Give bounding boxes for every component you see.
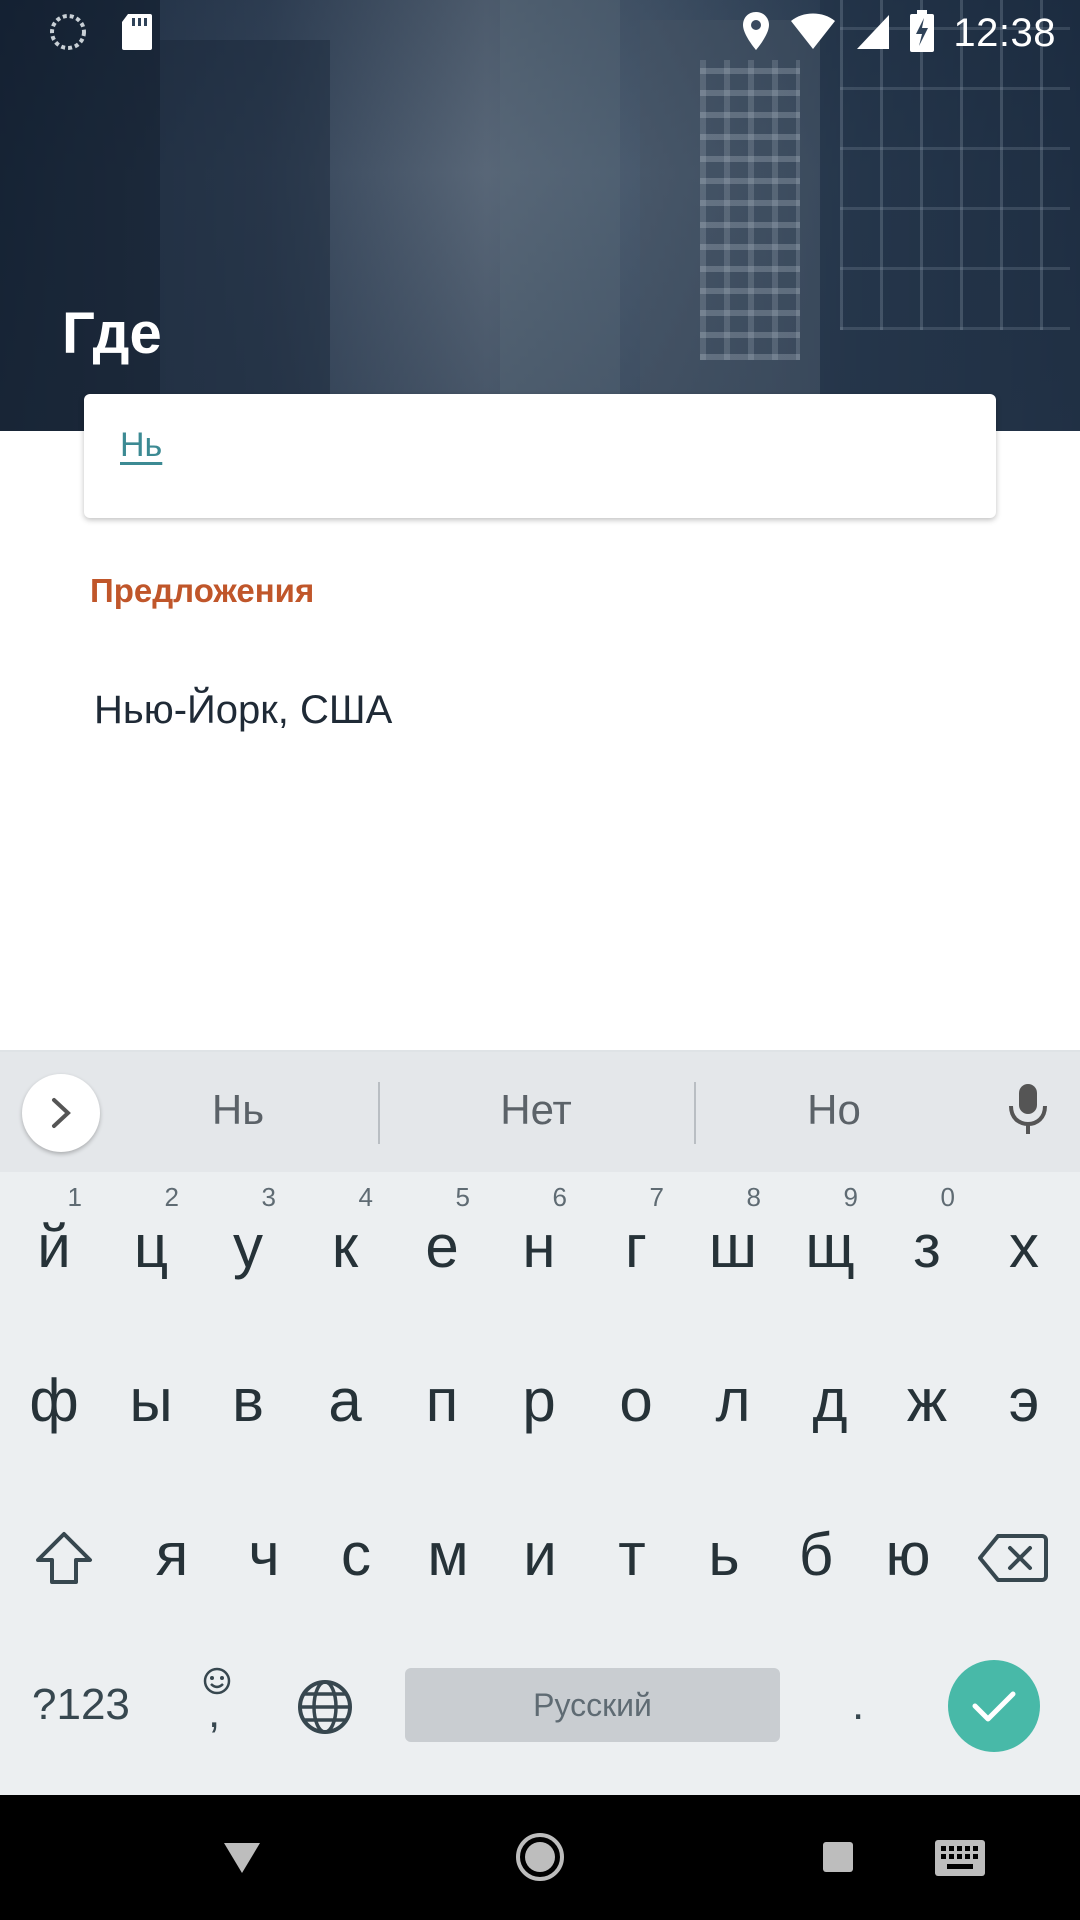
- language-key[interactable]: [296, 1678, 354, 1747]
- mic-icon[interactable]: [1004, 1082, 1052, 1142]
- key-label: щ: [805, 1213, 855, 1280]
- key-label: к: [331, 1213, 359, 1280]
- key[interactable]: х: [976, 1172, 1072, 1322]
- keyboard-suggestion[interactable]: Нь: [98, 1086, 378, 1134]
- key[interactable]: о: [588, 1326, 684, 1476]
- back-icon[interactable]: [222, 1841, 262, 1879]
- keyboard-suggestion[interactable]: Нет: [396, 1086, 676, 1134]
- key-label: ш: [708, 1213, 758, 1280]
- key-hint: 1: [67, 1182, 82, 1212]
- key[interactable]: ю: [860, 1480, 956, 1630]
- key[interactable]: ы: [103, 1326, 199, 1476]
- key[interactable]: ь: [676, 1480, 772, 1630]
- key[interactable]: м: [400, 1480, 496, 1630]
- key[interactable]: й1: [6, 1172, 102, 1322]
- key[interactable]: я: [124, 1480, 220, 1630]
- building-shape: [500, 0, 620, 431]
- shift-key[interactable]: [34, 1530, 94, 1597]
- key-label: ц: [133, 1213, 169, 1280]
- location-icon: [741, 10, 771, 56]
- key[interactable]: ф: [6, 1326, 102, 1476]
- key[interactable]: щ9: [782, 1172, 878, 1322]
- enter-key[interactable]: [948, 1660, 1040, 1752]
- shift-icon: [36, 1532, 92, 1584]
- keyboard-suggestion-strip: Нь Нет Но: [0, 1050, 1080, 1172]
- key[interactable]: р: [491, 1326, 587, 1476]
- loading-icon: [48, 12, 88, 56]
- key-label: е: [425, 1213, 459, 1280]
- period-key[interactable]: .: [852, 1680, 864, 1730]
- suggestion-item[interactable]: Нью-Йорк, США: [94, 688, 392, 733]
- status-bar: 12:38: [0, 0, 1080, 64]
- key[interactable]: к4: [297, 1172, 393, 1322]
- signal-icon: [855, 11, 891, 55]
- key[interactable]: н6: [491, 1172, 587, 1322]
- key[interactable]: у3: [200, 1172, 296, 1322]
- key-hint: 5: [455, 1182, 470, 1212]
- key-hint: 6: [552, 1182, 567, 1212]
- recents-icon[interactable]: [822, 1841, 854, 1877]
- key-label: г: [625, 1213, 647, 1280]
- key[interactable]: б: [768, 1480, 864, 1630]
- wifi-icon: [789, 11, 837, 55]
- key-label: й: [37, 1213, 71, 1280]
- key[interactable]: ч: [216, 1480, 312, 1630]
- comma-label: ,: [208, 1688, 221, 1737]
- key[interactable]: п: [394, 1326, 490, 1476]
- keyboard-switch-icon[interactable]: [934, 1839, 986, 1881]
- expand-toolbar-button[interactable]: [22, 1074, 100, 1152]
- key-hint: 9: [843, 1182, 858, 1212]
- key[interactable]: д: [782, 1326, 878, 1476]
- suggestions-header: Предложения: [90, 572, 315, 609]
- chevron-right-icon: [52, 1098, 71, 1128]
- key[interactable]: ц2: [103, 1172, 199, 1322]
- key-label: н: [522, 1213, 556, 1280]
- location-search-field[interactable]: Нь: [84, 394, 996, 518]
- backspace-icon: [978, 1534, 1048, 1582]
- key-label: х: [1009, 1213, 1039, 1280]
- navigation-bar: [0, 1795, 1080, 1920]
- building-shape: [160, 40, 330, 431]
- key[interactable]: ж: [879, 1326, 975, 1476]
- divider: [378, 1082, 380, 1144]
- key[interactable]: з0: [879, 1172, 975, 1322]
- key[interactable]: в: [200, 1326, 296, 1476]
- key[interactable]: и: [492, 1480, 588, 1630]
- space-bar[interactable]: Русский: [405, 1668, 780, 1742]
- globe-icon: [298, 1680, 352, 1734]
- key[interactable]: л: [685, 1326, 781, 1476]
- sd-card-icon: [120, 12, 154, 56]
- keyboard-suggestion[interactable]: Но: [694, 1086, 974, 1134]
- backspace-key[interactable]: [978, 1532, 1048, 1595]
- key-label: у: [233, 1213, 263, 1280]
- key-hint: 7: [649, 1182, 664, 1212]
- key-hint: 0: [940, 1182, 955, 1212]
- header-image: [0, 0, 1080, 431]
- key-hint: 3: [261, 1182, 276, 1212]
- key-hint: 4: [358, 1182, 373, 1212]
- emoji-comma-key[interactable]: ,: [200, 1666, 236, 1746]
- key-hint: 2: [164, 1182, 179, 1212]
- page-title: Где: [62, 301, 162, 366]
- checkmark-icon: [972, 1691, 1016, 1722]
- key[interactable]: с: [308, 1480, 404, 1630]
- key-hint: 8: [746, 1182, 761, 1212]
- search-input-text[interactable]: Нь: [120, 426, 162, 465]
- clock: 12:38: [953, 10, 1056, 55]
- key[interactable]: т: [584, 1480, 680, 1630]
- battery-charging-icon: [909, 10, 935, 56]
- key[interactable]: э: [976, 1326, 1072, 1476]
- key[interactable]: г7: [588, 1172, 684, 1322]
- symbols-key[interactable]: ?123: [32, 1680, 130, 1730]
- key[interactable]: а: [297, 1326, 393, 1476]
- key[interactable]: ш8: [685, 1172, 781, 1322]
- home-icon[interactable]: [514, 1831, 566, 1887]
- key-label: з: [913, 1213, 941, 1280]
- key[interactable]: е5: [394, 1172, 490, 1322]
- building-windows: [700, 60, 800, 360]
